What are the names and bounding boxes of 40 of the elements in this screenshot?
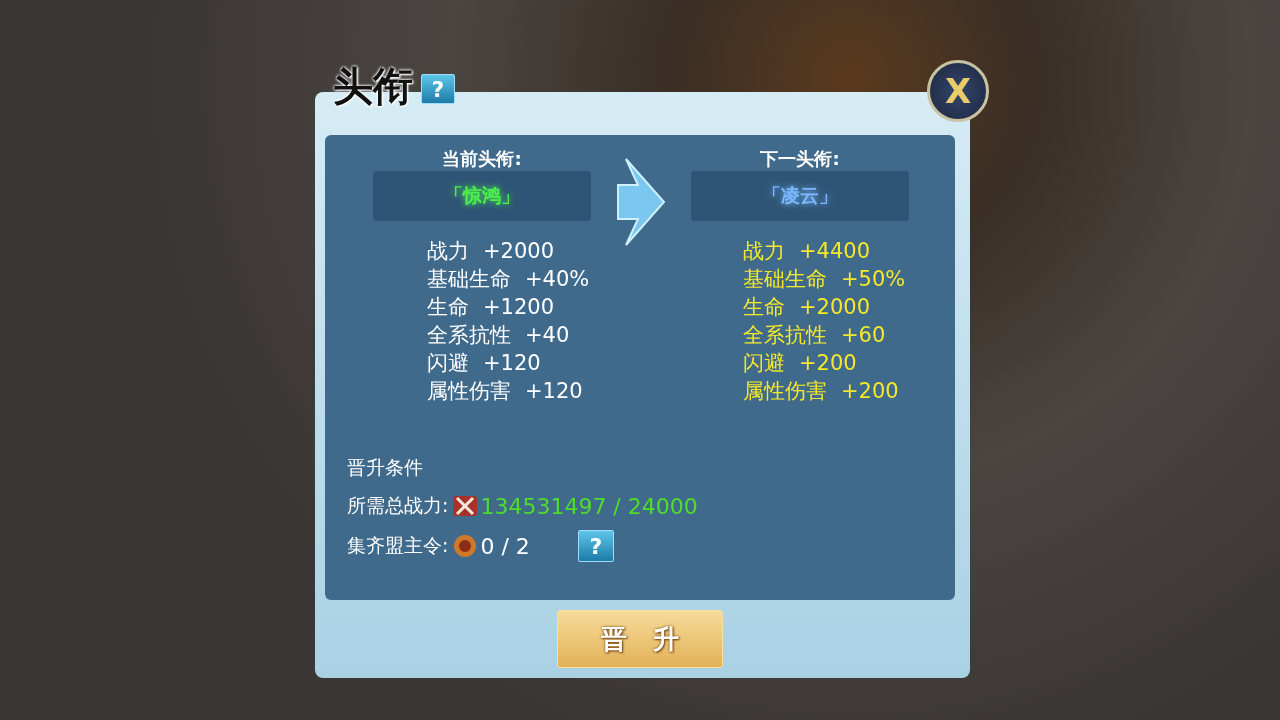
stat-value: +40: [525, 322, 570, 349]
stat-value: +60: [841, 322, 886, 349]
stat-value: +120: [483, 350, 541, 377]
stat-label: 闪避: [427, 350, 469, 377]
requirement-label: 集齐盟主令:: [347, 533, 449, 558]
stat-value: +200: [841, 378, 899, 405]
close-button[interactable]: X: [927, 60, 989, 122]
requirement-label: 所需总战力:: [347, 493, 449, 518]
help-button[interactable]: ?: [577, 530, 614, 562]
requirement-value: 0 / 2: [480, 533, 530, 559]
title-heading: 当前头衔:: [442, 147, 522, 171]
stat-value: +1200: [483, 294, 555, 321]
promote-button[interactable]: 晋 升: [557, 610, 723, 668]
title-name-plaque: 「惊鸿」: [373, 171, 591, 221]
stat-label: 战力: [427, 238, 469, 265]
stat-value: +120: [525, 378, 583, 405]
right-arrow-icon: [616, 157, 666, 247]
help-button[interactable]: ?: [421, 74, 455, 104]
requirement-value: 134531497 / 24000: [480, 493, 698, 519]
stat-value: +200: [799, 350, 857, 377]
stat-label: 生命: [743, 294, 785, 321]
stat-value: +50%: [841, 266, 906, 293]
stat-label: 基础生命: [427, 266, 511, 293]
stat-value: +40%: [525, 266, 590, 293]
crossed-swords-icon: [452, 493, 479, 519]
requirements-heading: 晋升条件: [347, 455, 424, 480]
stat-label: 全系抗性: [743, 322, 827, 349]
stat-value: +2000: [799, 294, 871, 321]
title-heading: 下一头衔:: [760, 147, 840, 171]
token-icon: [452, 533, 479, 559]
title-name-plaque: 「凌云」: [691, 171, 909, 221]
stat-label: 基础生命: [743, 266, 827, 293]
stat-value: +2000: [483, 238, 555, 265]
stat-label: 属性伤害: [427, 378, 511, 405]
stat-value: +4400: [799, 238, 871, 265]
stat-label: 全系抗性: [427, 322, 511, 349]
stat-label: 属性伤害: [743, 378, 827, 405]
stat-label: 战力: [743, 238, 785, 265]
stat-label: 闪避: [743, 350, 785, 377]
stat-label: 生命: [427, 294, 469, 321]
